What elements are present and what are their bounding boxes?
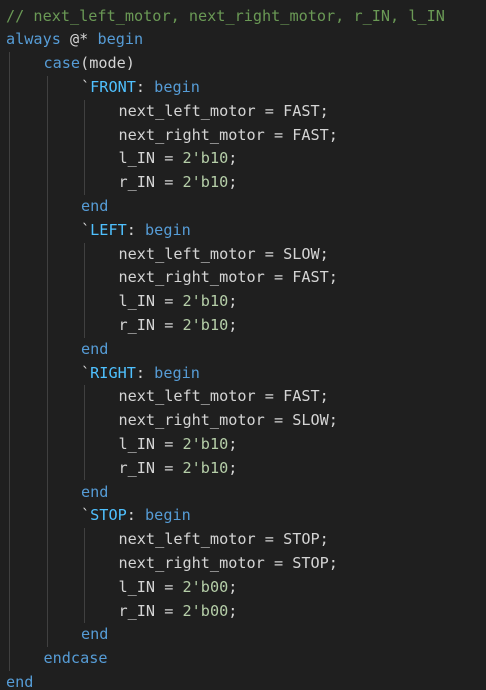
code-line: l_IN = 2'b10; <box>119 290 238 314</box>
code-line: next_right_motor = STOP; <box>119 552 338 576</box>
code-token: : <box>126 506 146 525</box>
code-line: end <box>81 481 108 505</box>
code-token: 2'b10 <box>182 315 229 334</box>
code-line: next_right_motor = FAST; <box>119 124 338 148</box>
code-token: begin <box>154 363 200 382</box>
code-line: next_right_motor = SLOW; <box>119 409 338 433</box>
code-token: end <box>81 482 109 501</box>
indent-guide <box>84 385 85 481</box>
code-line: next_left_motor = STOP; <box>119 528 329 552</box>
code-line: // next_left_motor, next_right_motor, r_… <box>6 5 445 29</box>
code-line: l_IN = 2'b00; <box>119 576 238 600</box>
code-line: endcase <box>44 647 108 671</box>
code-line: case(mode) <box>44 52 135 76</box>
code-line: r_IN = 2'b10; <box>119 171 238 195</box>
code-token: ; <box>228 434 238 453</box>
code-token: 2'b10 <box>182 292 229 311</box>
code-token: r_IN = <box>118 315 183 334</box>
code-token: 2'b10 <box>182 173 229 192</box>
code-token: ` <box>81 77 91 96</box>
code-token: endcase <box>43 649 108 668</box>
code-token: 2'b00 <box>182 577 229 596</box>
code-token: : <box>135 77 155 96</box>
code-token: : <box>135 363 155 382</box>
code-token: 2'b00 <box>182 601 229 620</box>
code-editor[interactable]: // next_left_motor, next_right_motor, r_… <box>0 0 486 690</box>
code-line: l_IN = 2'b10; <box>119 433 238 457</box>
code-line: r_IN = 2'b00; <box>119 600 238 624</box>
code-line: always @* begin <box>6 28 143 52</box>
code-token: begin <box>145 506 191 525</box>
code-line: next_right_motor = FAST; <box>119 266 338 290</box>
indent-guide <box>84 528 85 624</box>
code-token: l_IN = <box>118 292 183 311</box>
code-token: case <box>43 54 81 73</box>
code-token: 2'b10 <box>182 149 229 168</box>
code-line: next_left_motor = FAST; <box>119 100 329 124</box>
code-line: end <box>6 671 33 690</box>
code-token: begin <box>154 77 200 96</box>
code-token: end <box>81 625 109 644</box>
code-token: end <box>81 196 109 215</box>
code-token: end <box>6 672 34 690</box>
code-token: next_left_motor = FAST; <box>118 387 329 406</box>
code-token: next_right_motor = FAST; <box>118 125 338 144</box>
code-token: : <box>126 220 146 239</box>
code-line: end <box>81 338 108 362</box>
code-token: always <box>6 30 61 49</box>
code-token: l_IN = <box>118 577 183 596</box>
code-token: next_right_motor = STOP; <box>118 553 338 572</box>
code-line: `STOP: begin <box>81 504 191 528</box>
code-token: begin <box>97 30 144 49</box>
code-line: end <box>81 195 108 219</box>
code-token: ; <box>228 292 238 311</box>
code-token: STOP <box>90 506 127 525</box>
code-token: next_left_motor = SLOW; <box>118 244 329 263</box>
code-line: `FRONT: begin <box>81 76 200 100</box>
code-token: 2'b10 <box>182 458 229 477</box>
code-line: next_left_motor = SLOW; <box>119 243 329 267</box>
code-token: ; <box>228 149 238 168</box>
code-line: l_IN = 2'b10; <box>119 147 238 171</box>
code-token: begin <box>145 220 191 239</box>
code-token: (mode) <box>80 54 135 73</box>
code-token: r_IN = <box>118 458 183 477</box>
code-line: r_IN = 2'b10; <box>119 314 238 338</box>
indent-guide <box>84 99 85 195</box>
code-token: RIGHT <box>90 363 136 382</box>
code-token: ` <box>81 363 91 382</box>
code-line: r_IN = 2'b10; <box>119 457 238 481</box>
code-token: l_IN = <box>118 149 183 168</box>
code-token: @* <box>60 30 98 49</box>
code-token: ` <box>81 506 91 525</box>
code-token: next_left_motor = STOP; <box>118 530 329 549</box>
code-token: ; <box>228 315 238 334</box>
indent-guide <box>46 75 48 648</box>
code-token: ; <box>228 577 238 596</box>
code-token: next_right_motor = SLOW; <box>118 411 338 430</box>
indent-guide <box>9 52 10 671</box>
code-line: `LEFT: begin <box>81 219 191 243</box>
code-token: ` <box>81 220 91 239</box>
code-token: ; <box>228 458 238 477</box>
code-token: next_right_motor = FAST; <box>118 268 338 287</box>
code-token: ; <box>228 601 238 620</box>
code-token: ; <box>228 173 238 192</box>
code-token: // next_left_motor, next_right_motor, r_… <box>6 6 445 25</box>
code-token: end <box>81 339 109 358</box>
code-line: `RIGHT: begin <box>81 362 200 386</box>
code-token: r_IN = <box>118 173 183 192</box>
code-token: LEFT <box>90 220 127 239</box>
code-token: l_IN = <box>118 434 183 453</box>
code-token: r_IN = <box>118 601 183 620</box>
code-token: next_left_motor = FAST; <box>118 101 329 120</box>
code-line: next_left_motor = FAST; <box>119 385 329 409</box>
code-token: FRONT <box>90 77 136 96</box>
indent-guide <box>84 242 85 338</box>
code-line: end <box>81 623 108 647</box>
code-token: 2'b10 <box>182 434 229 453</box>
